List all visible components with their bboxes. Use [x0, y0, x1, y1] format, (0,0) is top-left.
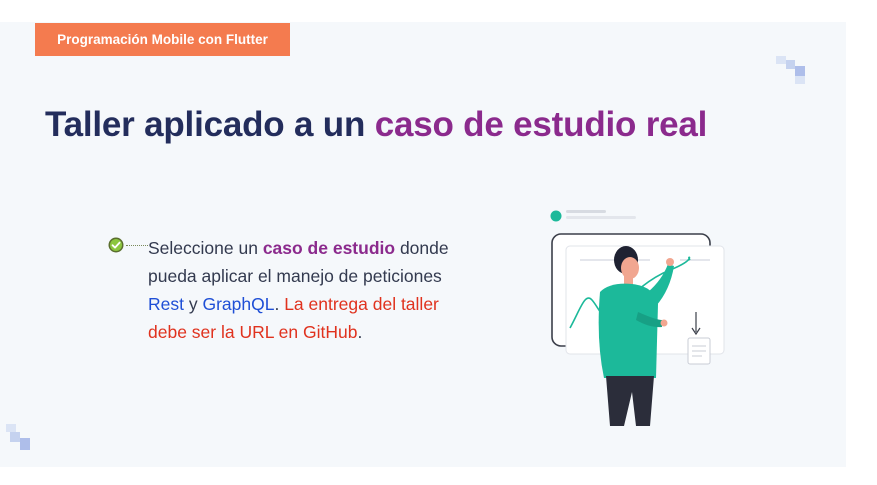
bullet-text-1: Seleccione un [148, 238, 263, 258]
bullet-rest: Rest [148, 294, 184, 314]
course-badge: Programación Mobile con Flutter [35, 23, 290, 56]
presentation-illustration [550, 210, 725, 426]
check-circle-icon [108, 237, 124, 253]
bullet-text-3: y [183, 294, 203, 314]
bullet-dotted-line [126, 245, 148, 246]
pixel-deco-bottom-left [6, 424, 30, 450]
bullet-graphql: GraphQL [202, 294, 275, 314]
bullet-text: Seleccione un caso de estudio donde pued… [148, 234, 458, 346]
pixel-deco-top-right [776, 56, 805, 84]
title-part-navy: Taller aplicado a un [45, 105, 375, 144]
slide-title: Taller aplicado a un caso de estudio rea… [45, 105, 707, 145]
title-part-purple: caso de estudio real [374, 105, 708, 144]
bullet-text-4: . [274, 294, 285, 314]
bullet-highlight-case: caso de estudio [262, 238, 396, 258]
bullet-text-5: . [357, 322, 363, 342]
